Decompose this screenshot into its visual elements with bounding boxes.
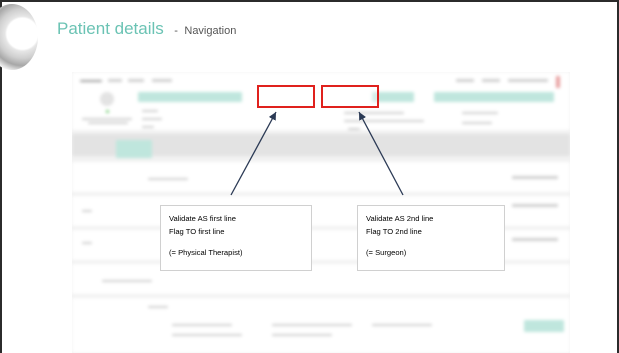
arrow-to-first-line [230, 111, 277, 196]
arrows [230, 111, 404, 196]
arrow-to-second-line [358, 111, 404, 196]
callout-first-line-text-1: Validate AS first line [169, 214, 236, 223]
callout-first-line-text-3: (= Physical Therapist) [169, 248, 243, 257]
callout-second-line-text-2: Flag TO 2nd line [366, 227, 422, 236]
callout-second-line: Validate AS 2nd line Flag TO 2nd line (=… [357, 205, 505, 271]
callout-second-line-text-1: Validate AS 2nd line [366, 214, 434, 223]
callout-first-line: Validate AS first line Flag TO first lin… [160, 205, 312, 271]
callout-second-line-text-3: (= Surgeon) [366, 248, 407, 257]
callout-first-line-text-2: Flag TO first line [169, 227, 225, 236]
